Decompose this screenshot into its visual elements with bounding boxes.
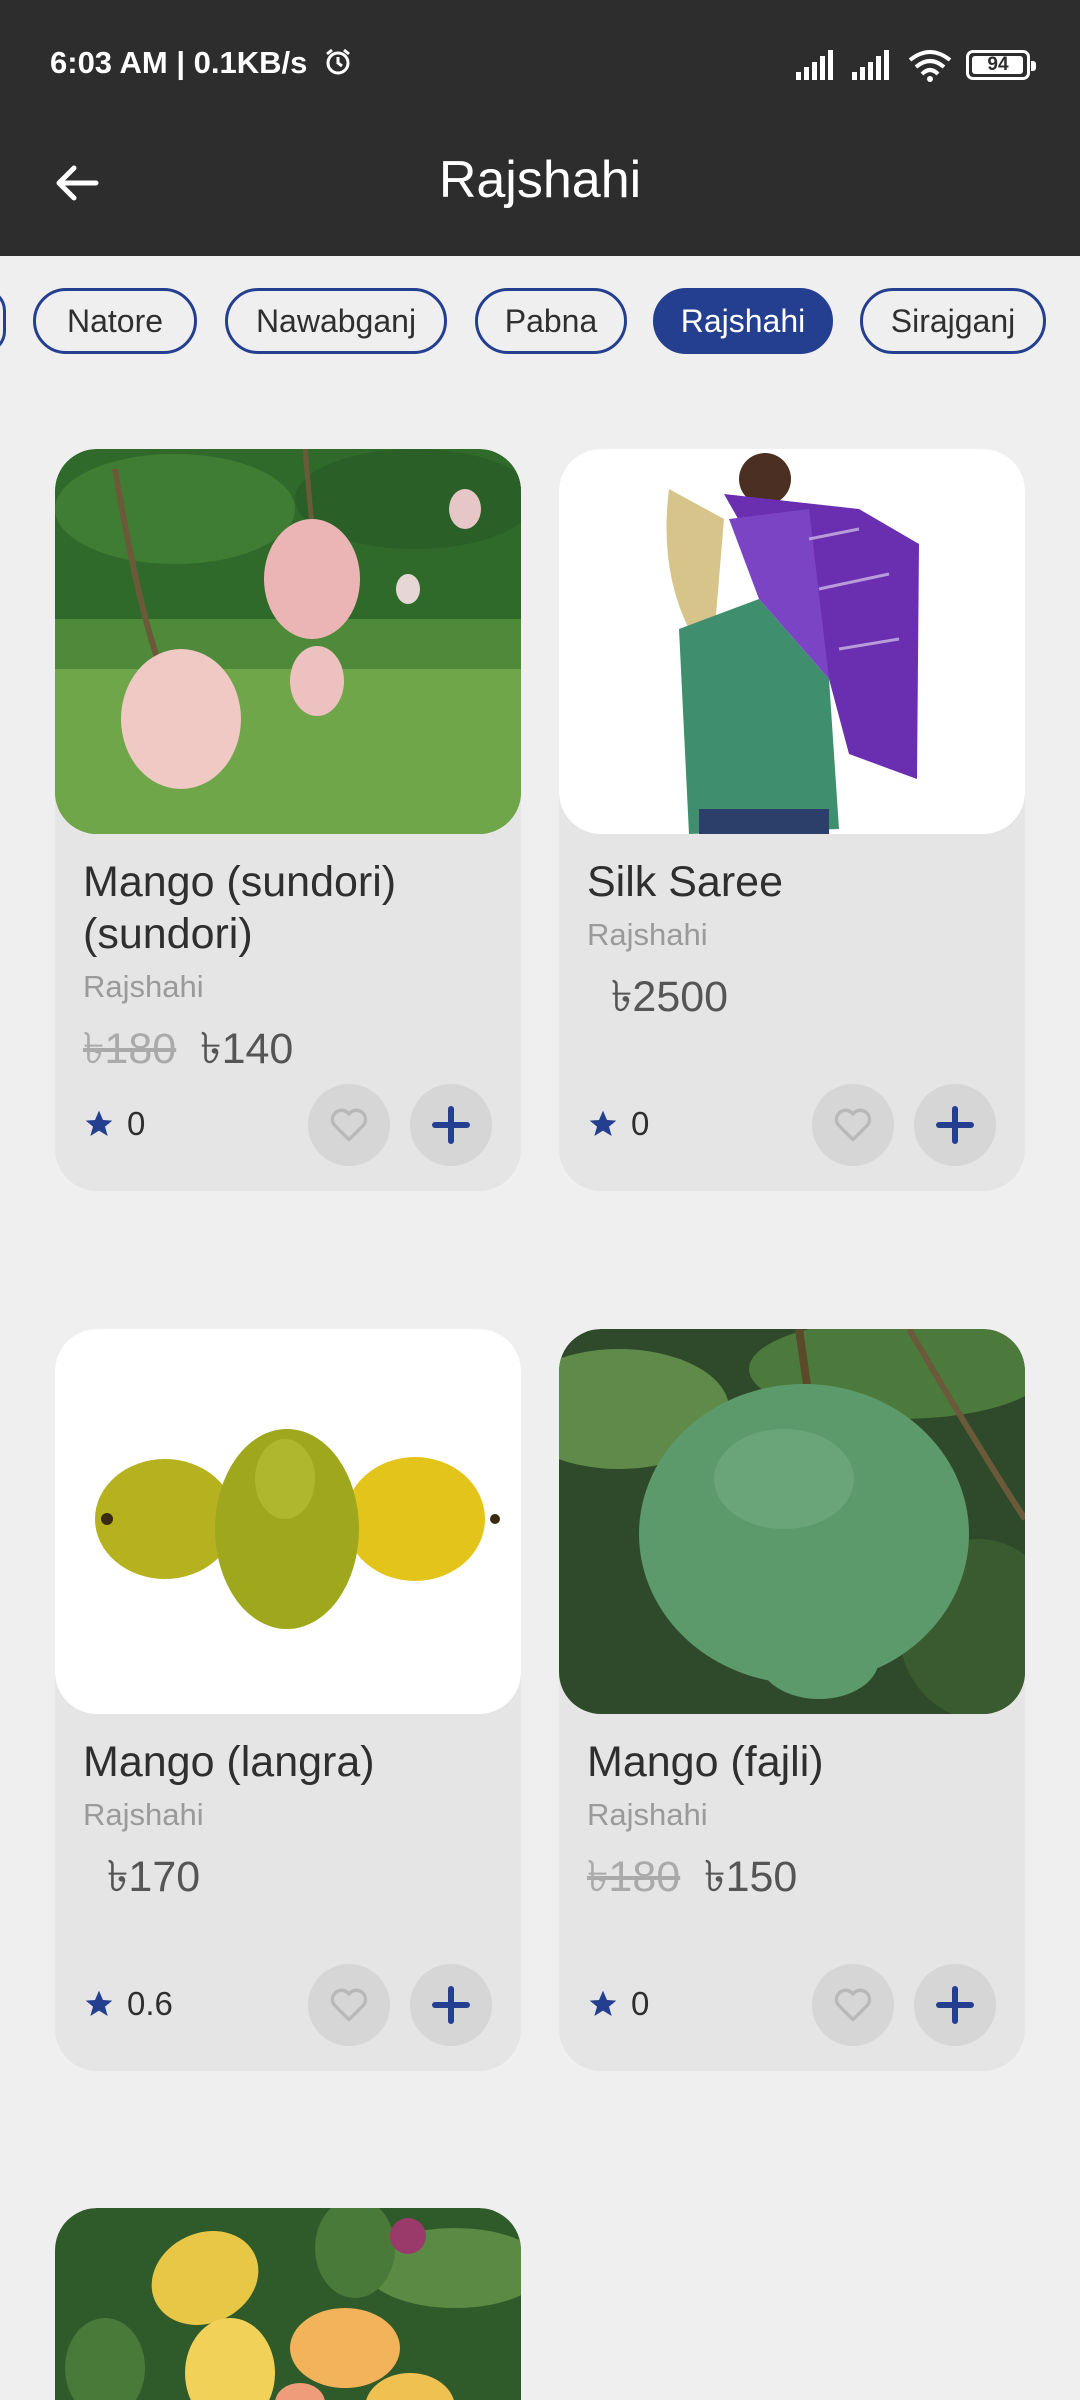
product-location: Rajshahi [587,917,708,952]
chip-pabna[interactable]: Pabna [475,288,627,354]
favorite-button[interactable] [308,1084,390,1166]
plus-icon [936,1986,974,2024]
product-location: Rajshahi [83,1797,204,1832]
old-price: ৳180 [587,1853,681,1901]
product-card[interactable]: Silk Saree Rajshahi ৳2500 0 [559,449,1025,1191]
status-time: 6:03 AM | 0.1KB/s [50,45,308,80]
product-name: Mango (fajli) [587,1738,824,1786]
heart-icon [330,1988,368,2022]
product-image-mango-sundori [55,449,521,834]
product-name: Mango (sundori) (sundori) [83,858,397,958]
product-card[interactable]: Mango (langra) Rajshahi ৳170 0.6 [55,1329,521,2071]
product-location: Rajshahi [83,969,204,1004]
signal-icon [796,50,833,80]
app-bar: Rajshahi [0,130,1080,256]
star-icon [85,1990,113,2016]
product-rating: 0 [587,1985,649,2023]
plus-icon [936,1106,974,1144]
product-rating: 0.6 [83,1985,173,2023]
product-rating: 0 [587,1105,649,1143]
add-to-cart-button[interactable] [914,1084,996,1166]
rating-value: 0 [631,1105,650,1142]
rating-value: 0 [127,1105,146,1142]
chip-natore[interactable]: Natore [33,288,197,354]
battery-level: 94 [987,54,1009,75]
battery-icon: 94 [966,50,1036,80]
page-title: Rajshahi [438,151,642,209]
heart-icon [834,1988,872,2022]
add-to-cart-button[interactable] [410,1964,492,2046]
alarm-icon [326,48,350,75]
product-location: Rajshahi [587,1797,708,1832]
product-card[interactable]: Mango (fajli) Rajshahi ৳180 ৳150 0 [559,1329,1025,2071]
status-bar: 6:03 AM | 0.1KB/s 94 [0,0,1080,130]
product-card[interactable]: Mango (sundori) (sundori) Rajshahi ৳180 ৳… [55,449,521,1191]
chip-sirajganj[interactable]: Sirajganj [860,288,1046,354]
current-price: ৳170 [107,1853,201,1901]
product-image-mango-assorted [55,2208,521,2400]
product-image-silk-saree [559,449,1025,834]
old-price: ৳180 [83,1025,177,1073]
product-image-mango-fajli [559,1329,1025,1714]
signal-icon-2 [852,50,889,80]
product-price: ৳180 ৳140 [83,1017,293,1088]
favorite-button[interactable] [812,1084,894,1166]
chip-rajshahi[interactable]: Rajshahi [653,288,833,354]
rating-value: 0.6 [127,1985,173,2022]
product-name: Silk Saree [587,858,783,906]
product-price: ৳2500 [587,965,728,1036]
product-price: ৳180 ৳150 [587,1845,797,1916]
current-price: ৳140 [200,1025,294,1073]
chip-nawabganj[interactable]: Nawabganj [225,288,447,354]
current-price: ৳2500 [611,973,729,1021]
favorite-button[interactable] [308,1964,390,2046]
heart-icon [330,1108,368,1142]
add-to-cart-button[interactable] [914,1964,996,2046]
wifi-icon [908,50,952,82]
rating-value: 0 [631,1985,650,2022]
product-price: ৳170 [83,1845,200,1916]
favorite-button[interactable] [812,1964,894,2046]
product-card[interactable] [55,2208,521,2400]
district-filter-chips: Natore Nawabganj Pabna Rajshahi Sirajgan… [0,256,1080,396]
product-image-mango-langra [55,1329,521,1714]
star-icon [589,1990,617,2016]
star-icon [589,1110,617,1136]
star-icon [85,1110,113,1136]
plus-icon [432,1986,470,2024]
current-price: ৳150 [704,1853,798,1901]
product-name: Mango (langra) [83,1738,375,1786]
add-to-cart-button[interactable] [410,1084,492,1166]
heart-icon [834,1108,872,1142]
chip-partial[interactable] [0,288,6,354]
plus-icon [432,1106,470,1144]
product-rating: 0 [83,1105,145,1143]
